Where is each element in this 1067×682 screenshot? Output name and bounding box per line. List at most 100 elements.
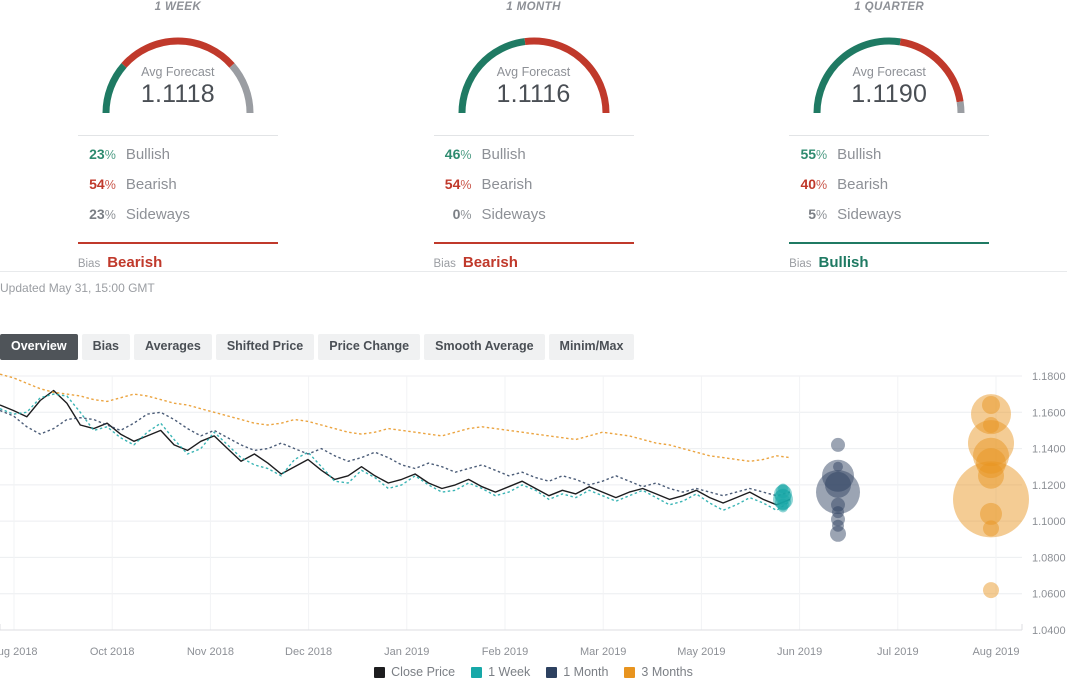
svg-text:May 2019: May 2019 [677,646,725,658]
legend-swatch-icon [374,666,386,678]
svg-text:1.1800: 1.1800 [1032,371,1066,383]
forecast-panel: 1 WEEK Avg Forecast 1.1118 23% Bullish 5… [0,0,356,271]
sideways-percent: 5% [789,206,837,222]
sideways-percent-number: 5 [808,206,817,222]
sideways-percent: 23% [78,206,126,222]
tab-shifted-price[interactable]: Shifted Price [215,334,315,360]
stat-row-bearish: 40% Bearish [789,176,989,206]
forecast-dashboard: 1 WEEK Avg Forecast 1.1118 23% Bullish 5… [0,0,1067,682]
svg-text:Nov 2018: Nov 2018 [187,646,234,658]
sideways-percent: 0% [434,206,482,222]
bias-accent-bar [789,242,990,244]
tab-overview[interactable]: Overview [0,334,78,360]
sentiment-stats: 55% Bullish 40% Bearish 5% Sideways Bias… [789,135,990,271]
panel-title: 1 QUARTER [854,1,925,13]
svg-text:Aug 2018: Aug 2018 [0,646,38,658]
panel-title: 1 WEEK [154,1,202,13]
stat-row-bearish: 54% Bearish [78,176,278,206]
svg-text:1.0400: 1.0400 [1032,625,1066,637]
chart-canvas: 1.1800 1.1600 1.1400 1.1200 1.1000 1.0800 1.06… [0,371,1066,658]
legend-item[interactable]: 1 Month [546,665,608,679]
svg-text:Mar 2019: Mar 2019 [580,646,626,658]
sentiment-gauge: Avg Forecast 1.1190 [789,17,989,121]
sentiment-gauge: Avg Forecast 1.1118 [78,17,278,121]
percent-symbol: % [816,178,828,192]
stat-row-sideways: 0% Sideways [434,206,634,236]
svg-text:Jul 2019: Jul 2019 [877,646,919,658]
svg-text:1.0800: 1.0800 [1032,552,1066,564]
legend-item[interactable]: 1 Week [471,665,530,679]
bias-key-label: Bias [789,258,812,270]
svg-text:Feb 2019: Feb 2019 [482,646,528,658]
forecast-panel: 1 MONTH Avg Forecast 1.1116 46% Bullish … [356,0,712,271]
bias-key-label: Bias [433,258,456,270]
updated-timestamp: Updated May 31, 15:00 GMT [0,281,155,295]
bullish-percent: 23% [78,146,126,162]
bearish-percent-number: 54 [444,176,461,192]
percent-symbol: % [460,178,472,192]
bearish-label: Bearish [837,176,889,193]
percent-symbol: % [104,178,116,192]
sentiment-stats: 23% Bullish 54% Bearish 23% Sideways Bia… [77,135,278,271]
legend-swatch-icon [546,666,558,678]
bias-value: Bearish [462,254,518,271]
bullish-percent: 55% [789,146,837,162]
bias-value: Bearish [107,254,163,271]
svg-text:Aug 2019: Aug 2019 [972,646,1019,658]
bullish-percent-number: 23 [89,146,105,162]
svg-text:1.1000: 1.1000 [1032,516,1066,528]
tab-averages[interactable]: Averages [134,334,212,360]
percent-symbol: % [460,208,472,222]
tab-smooth-average[interactable]: Smooth Average [424,334,545,360]
chart-tab-bar: Overview Bias Averages Shifted Price Price C… [0,334,635,360]
svg-text:Jun 2019: Jun 2019 [777,646,822,658]
bias-summary: Bias Bearish [78,254,278,271]
bias-value: Bullish [818,254,869,271]
legend-label: 3 Months [641,665,693,679]
stat-row-sideways: 23% Sideways [78,206,278,236]
sideways-label: Sideways [837,206,902,223]
percent-symbol: % [460,148,472,162]
bias-accent-bar [77,242,278,244]
legend-label: 1 Month [563,665,609,679]
bearish-percent-number: 40 [800,176,817,192]
percent-symbol: % [816,148,828,162]
stat-row-bullish: 46% Bullish [434,146,634,176]
bearish-percent: 54% [434,176,482,192]
sentiment-gauge: Avg Forecast 1.1116 [434,17,634,121]
legend-label: 1 Week [488,665,531,679]
chart-legend: Close Price 1 Week 1 Month 3 Months [0,665,1067,679]
bullish-label: Bullish [837,146,882,163]
legend-item[interactable]: 3 Months [624,665,693,679]
bearish-percent: 40% [789,176,837,192]
bullish-percent-number: 55 [800,146,817,162]
bias-accent-bar [433,242,634,244]
gauge-arc [813,37,965,114]
svg-text:Jan 2019: Jan 2019 [384,646,429,658]
percent-symbol: % [104,148,116,162]
tab-price-change[interactable]: Price Change [318,334,421,360]
legend-swatch-icon [624,666,636,678]
bearish-percent: 54% [78,176,126,192]
forecast-panel: 1 QUARTER Avg Forecast 1.1190 55% Bullis… [711,0,1067,271]
sideways-label: Sideways [481,206,546,223]
forecast-panels: 1 WEEK Avg Forecast 1.1118 23% Bullish 5… [0,0,1067,271]
legend-item[interactable]: Close Price [374,665,455,679]
bullish-label: Bullish [481,146,526,163]
stat-row-sideways: 5% Sideways [789,206,989,236]
bearish-percent-number: 54 [89,176,105,192]
percent-symbol: % [104,208,116,222]
bias-key-label: Bias [77,258,101,270]
bias-summary: Bias Bullish [789,254,989,271]
svg-text:1.1600: 1.1600 [1032,407,1066,419]
sideways-percent-number: 23 [89,206,105,222]
tab-bias[interactable]: Bias [81,334,130,360]
svg-text:Oct 2018: Oct 2018 [90,646,135,658]
tab-minim-max[interactable]: Minim/Max [548,334,635,360]
panel-title: 1 MONTH [506,1,561,13]
svg-text:1.1400: 1.1400 [1032,444,1066,456]
bullish-percent: 46% [434,146,482,162]
sideways-label: Sideways [125,206,191,223]
bearish-label: Bearish [481,176,533,193]
svg-text:Dec 2018: Dec 2018 [285,646,332,658]
